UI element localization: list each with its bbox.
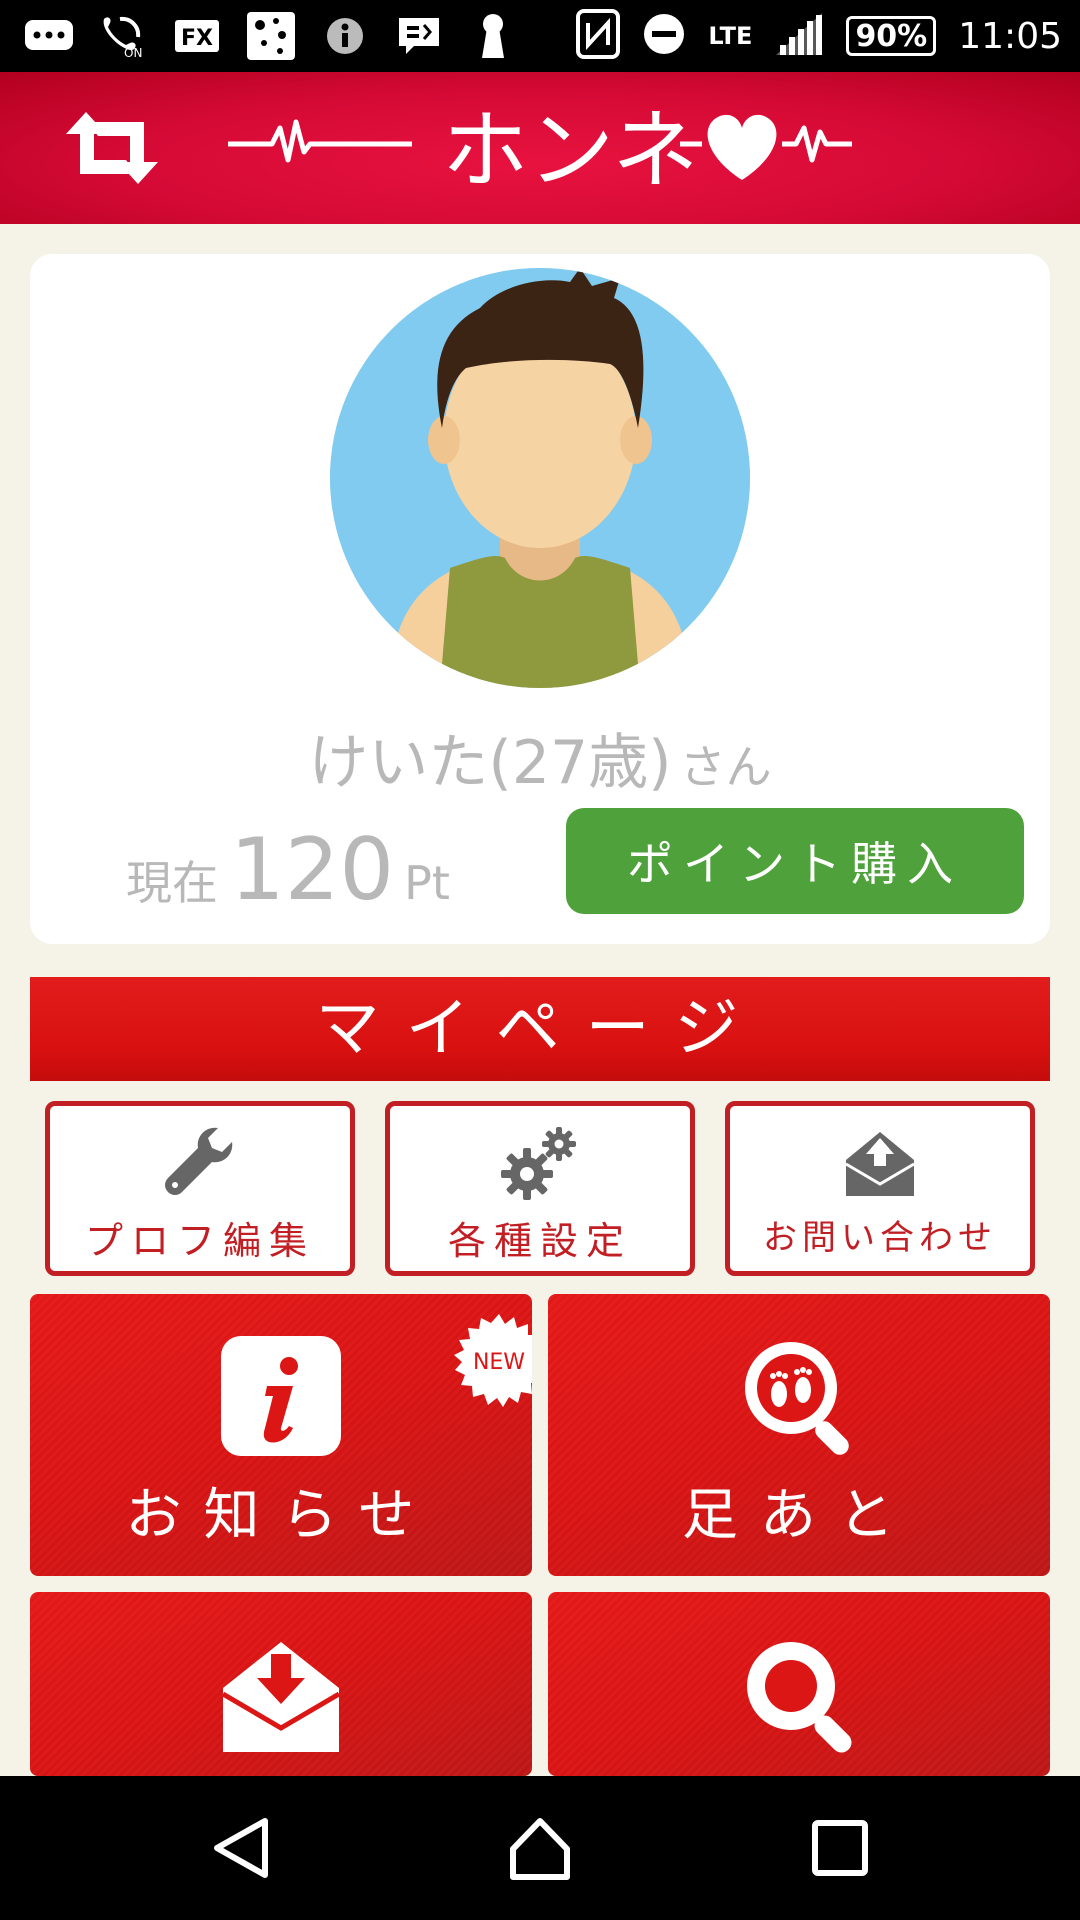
buy-points-button[interactable]: ポイント購入 [566,808,1024,914]
logo-text: ホンネ [442,101,698,201]
fx-app-icon: FX [170,13,224,59]
footprints-label: 足あと [682,1483,916,1548]
info-icon [318,13,372,59]
news-tile[interactable]: お知らせ NEW [30,1294,532,1576]
profile-card: けいた(27歳) さん 現在 120 Pt ポイント購入 [30,254,1050,944]
mail-upload-icon [730,1124,1030,1204]
nfc-icon [576,9,621,63]
mail-download-icon [30,1632,532,1762]
points-display: 現在 120 Pt [126,820,450,920]
gears-icon [390,1124,690,1204]
mypage-title: マイページ [30,977,1050,1081]
battery-icon: 90% [846,16,937,56]
username: けいた(27歳) さん [30,714,1050,801]
do-not-disturb-icon [642,12,686,60]
points-prefix: 現在 [126,856,218,910]
recent-apps-icon[interactable] [795,1806,885,1890]
settings-label: 各種設定 [447,1219,632,1263]
signal-icon [774,11,824,61]
footprints-search-icon [548,1334,1050,1464]
contact-label: お問い合わせ [763,1218,997,1258]
profile-edit-button[interactable]: プロフ編集 [45,1101,355,1276]
app-logo: ホンネ [222,94,862,204]
chat-bubble-icon [22,13,76,59]
avatar[interactable] [330,268,750,688]
app-header: ホンネ [0,72,1080,224]
inbox-tile[interactable] [30,1592,532,1776]
message-icon [392,13,446,59]
heartbeat-heart-icon [707,114,777,180]
search-tile[interactable] [548,1592,1050,1776]
network-type: LTE [708,22,753,50]
search-icon [548,1632,1050,1762]
back-icon[interactable] [197,1806,287,1890]
svg-text:ON: ON [124,46,142,59]
news-label: お知らせ [125,1483,437,1548]
points-value: 120 [230,820,395,920]
clock: 11:05 [958,15,1062,57]
keyhole-icon [466,13,520,59]
connect-app-icon [244,12,298,60]
home-icon[interactable] [495,1806,585,1890]
wifi-calling-icon: ON [96,13,150,59]
new-badge-text: NEW [473,1350,525,1375]
status-bar: ON FX LTE 90% 11:05 [0,0,1080,72]
battery-level: 90% [855,18,928,54]
contact-button[interactable]: お問い合わせ [725,1101,1035,1276]
svg-text:FX: FX [181,26,213,51]
wrench-icon [50,1124,350,1204]
swap-arrows-icon[interactable] [62,108,162,188]
settings-button[interactable]: 各種設定 [385,1101,695,1276]
navigation-bar [0,1776,1080,1920]
footprints-tile[interactable]: 足あと [548,1294,1050,1576]
user-name-age: けいた(27歳) [308,728,672,798]
profile-edit-label: プロフ編集 [84,1219,315,1263]
points-unit: Pt [404,856,450,910]
new-badge: NEW [450,1312,532,1410]
honorific: さん [679,740,772,794]
